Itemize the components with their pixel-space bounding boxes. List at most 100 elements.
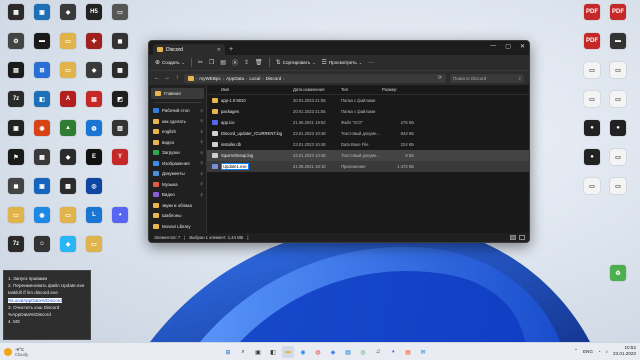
pin-icon: ⚲ — [200, 140, 203, 145]
back-arrow-icon[interactable]: ← — [154, 75, 160, 81]
copy-icon[interactable]: ❐ — [209, 59, 214, 66]
paste-icon[interactable]: ▤ — [220, 59, 226, 66]
rename-icon[interactable]: Ⓐ — [232, 58, 238, 67]
file-icon — [212, 98, 218, 103]
divider — [190, 58, 192, 67]
address-bar[interactable]: › myWEBpc › AppData › Local › Discord › … — [184, 73, 446, 83]
app-icon: ▭ — [610, 91, 626, 107]
minimize-button[interactable]: — — [490, 43, 496, 50]
cut-icon[interactable]: ✂ — [198, 59, 203, 66]
new-tab-button[interactable]: + — [229, 46, 233, 53]
close-window-button[interactable]: ✕ — [520, 43, 525, 50]
sidebar-item[interactable]: Видео ⚲ — [149, 190, 206, 201]
file-row[interactable]: app-1.0.9010 20.01.2023 21:55 Папка с файл… — [207, 95, 529, 106]
taskbar-app-icon[interactable]: ⊞ — [222, 346, 234, 358]
divider — [268, 58, 270, 67]
taskbar-app-icon[interactable]: ✉ — [417, 346, 429, 358]
sidebar-item[interactable]: Музыка ⚲ — [149, 179, 206, 190]
file-row[interactable]: app.ico 21.05.2021 19:52 Файл "ICO" 276 КБ — [207, 117, 529, 128]
taskbar-app-icon[interactable]: ◧ — [267, 346, 279, 358]
sidebar-item[interactable]: звуки и облака — [149, 200, 206, 211]
desktop-icon[interactable]: PDF — [604, 4, 632, 21]
taskbar-app-icon[interactable]: ▬ — [282, 346, 294, 358]
file-row[interactable]: packages 20.01.2023 21:55 Папка с файлами — [207, 106, 529, 117]
desktop-icon[interactable]: ▭ — [604, 149, 632, 166]
file-row[interactable]: installer.db 23.01.2023 10:48 Data Base Fi… — [207, 139, 529, 150]
breadcrumb-appdata[interactable]: AppData — [226, 76, 244, 81]
desktop-icon[interactable]: ▭ — [578, 91, 606, 108]
volume-icon[interactable]: ♪ — [606, 349, 608, 354]
taskbar-app-icon[interactable]: ◍ — [312, 346, 324, 358]
close-tab-icon[interactable]: ✕ — [217, 47, 221, 53]
sidebar-item[interactable]: Загрузки ⚲ — [149, 148, 206, 159]
file-row[interactable]: Discord_updater_rCURRENT.log 23.01.2023 1… — [207, 128, 529, 139]
network-icon[interactable]: ◔ — [598, 349, 601, 354]
column-date[interactable]: Дата изменения — [293, 87, 341, 92]
sort-icon: ⇅ — [275, 60, 281, 66]
desktop-icon[interactable]: ▬ — [604, 33, 632, 50]
weather-widget[interactable]: -9°C Cloudy — [0, 347, 60, 357]
refresh-icon[interactable]: ⟳ — [438, 75, 442, 81]
folder-icon — [153, 118, 159, 124]
create-button[interactable]: ⊕ Создать ⌄ — [155, 59, 185, 66]
delete-icon[interactable]: 🗑 — [255, 59, 263, 66]
desktop-icon[interactable]: ● — [578, 149, 606, 166]
search-input[interactable]: Поиск в: Discord ⌕ — [450, 73, 524, 83]
taskbar-app-icon[interactable]: ▦ — [402, 346, 414, 358]
maximize-button[interactable]: ▢ — [505, 43, 511, 50]
file-row[interactable]: SquirrelSetup.log 23.01.2023 10:48 Текстов… — [207, 150, 529, 161]
app-icon: ▭ — [610, 178, 626, 194]
taskbar-app-icon[interactable]: ▤ — [342, 346, 354, 358]
forward-arrow-icon[interactable]: → — [164, 75, 170, 81]
desktop-icon[interactable]: PDF — [578, 33, 606, 50]
desktop-icon[interactable]: ● — [604, 120, 632, 137]
date: 23.01.2023 — [613, 351, 636, 356]
breadcrumb-local[interactable]: Local — [249, 76, 260, 81]
taskbar-app-icon[interactable]: ▣ — [252, 346, 264, 358]
sidebar-item[interactable]: видео ⚲ — [149, 137, 206, 148]
column-size[interactable]: Размер — [382, 87, 420, 92]
breadcrumb-discord[interactable]: Discord — [266, 76, 282, 81]
clock[interactable]: 10:52 23.01.2023 — [613, 345, 636, 357]
taskbar-app-icon[interactable]: ◎ — [357, 346, 369, 358]
view-button[interactable]: ☰ Просмотреть ⌄ — [321, 59, 362, 66]
desktop-icon[interactable]: PDF — [578, 4, 606, 21]
tab-discord[interactable]: Discord ✕ — [153, 44, 225, 55]
sidebar-item[interactable]: Шаблоны — [149, 211, 206, 222]
share-icon[interactable]: ⇪ — [244, 59, 249, 66]
tiles-view-icon[interactable] — [519, 235, 525, 240]
sidebar-item[interactable]: Movavi Library — [149, 221, 206, 232]
file-row[interactable]: Update1.exe 21.05.2021 18:10 Приложение 1 4… — [207, 161, 529, 172]
desktop-icon[interactable]: ▭ — [578, 62, 606, 79]
sort-button[interactable]: ⇅ Сортировать ⌄ — [276, 59, 316, 66]
file-icon — [212, 131, 218, 136]
taskbar-app-icon[interactable]: ◉ — [297, 346, 309, 358]
sidebar-item[interactable]: как сделать ⚲ — [149, 116, 206, 127]
file-date-cell: 20.01.2023 21:55 — [293, 109, 326, 114]
sidebar-item[interactable]: Главная — [151, 88, 204, 99]
desktop-icon[interactable]: ▭ — [604, 62, 632, 79]
rename-input[interactable]: Update1.exe — [221, 163, 249, 170]
taskbar-app-icon[interactable]: ◕ — [387, 346, 399, 358]
taskbar-app-icon[interactable]: ◆ — [327, 346, 339, 358]
desktop-icon[interactable]: ● — [578, 120, 606, 137]
column-type[interactable]: Тип — [341, 87, 382, 92]
sidebar-item[interactable]: Изображения ⚲ — [149, 158, 206, 169]
desktop-icon[interactable]: ▭ — [604, 178, 632, 195]
sidebar-item[interactable]: Рабочий стол ⚲ — [149, 106, 206, 117]
sidebar-item[interactable]: Документы ⚲ — [149, 169, 206, 180]
taskbar-app-icon[interactable]: ♫ — [372, 346, 384, 358]
up-arrow-icon[interactable]: ↑ — [174, 75, 180, 81]
more-icon[interactable]: ··· — [368, 60, 374, 66]
desktop-icon[interactable]: ♻ — [604, 265, 632, 282]
weather-desc: Cloudy — [15, 351, 29, 357]
column-name[interactable]: Имя — [207, 87, 293, 92]
breadcrumb-user[interactable]: myWEBpc — [199, 76, 220, 81]
taskbar-app-icon[interactable]: ⌕ — [237, 346, 249, 358]
sidebar-item[interactable]: english ⚲ — [149, 127, 206, 138]
desktop-icon[interactable]: ▭ — [578, 178, 606, 195]
chevron-up-icon[interactable]: ⌃ — [574, 348, 578, 354]
desktop-icon[interactable]: ▭ — [604, 91, 632, 108]
details-view-icon[interactable] — [510, 235, 516, 240]
language-indicator[interactable]: ENG — [583, 349, 593, 354]
